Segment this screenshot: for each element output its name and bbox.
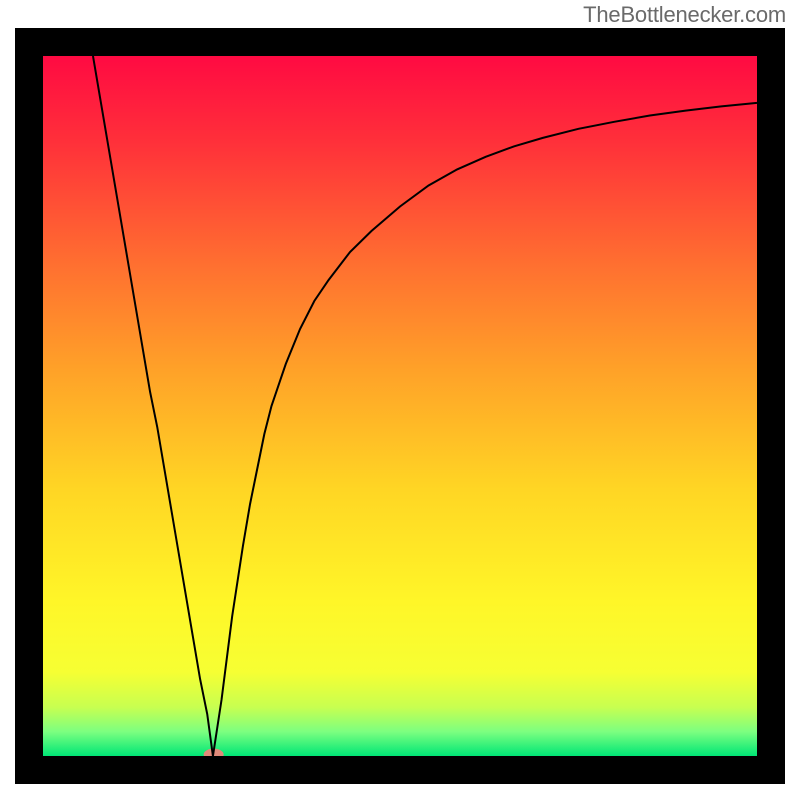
watermark-text: TheBottlenecker.com [583, 2, 786, 28]
gradient-background [43, 56, 757, 756]
chart-svg [15, 28, 785, 784]
figure: TheBottlenecker.com [0, 0, 800, 800]
plot-area [15, 28, 785, 784]
